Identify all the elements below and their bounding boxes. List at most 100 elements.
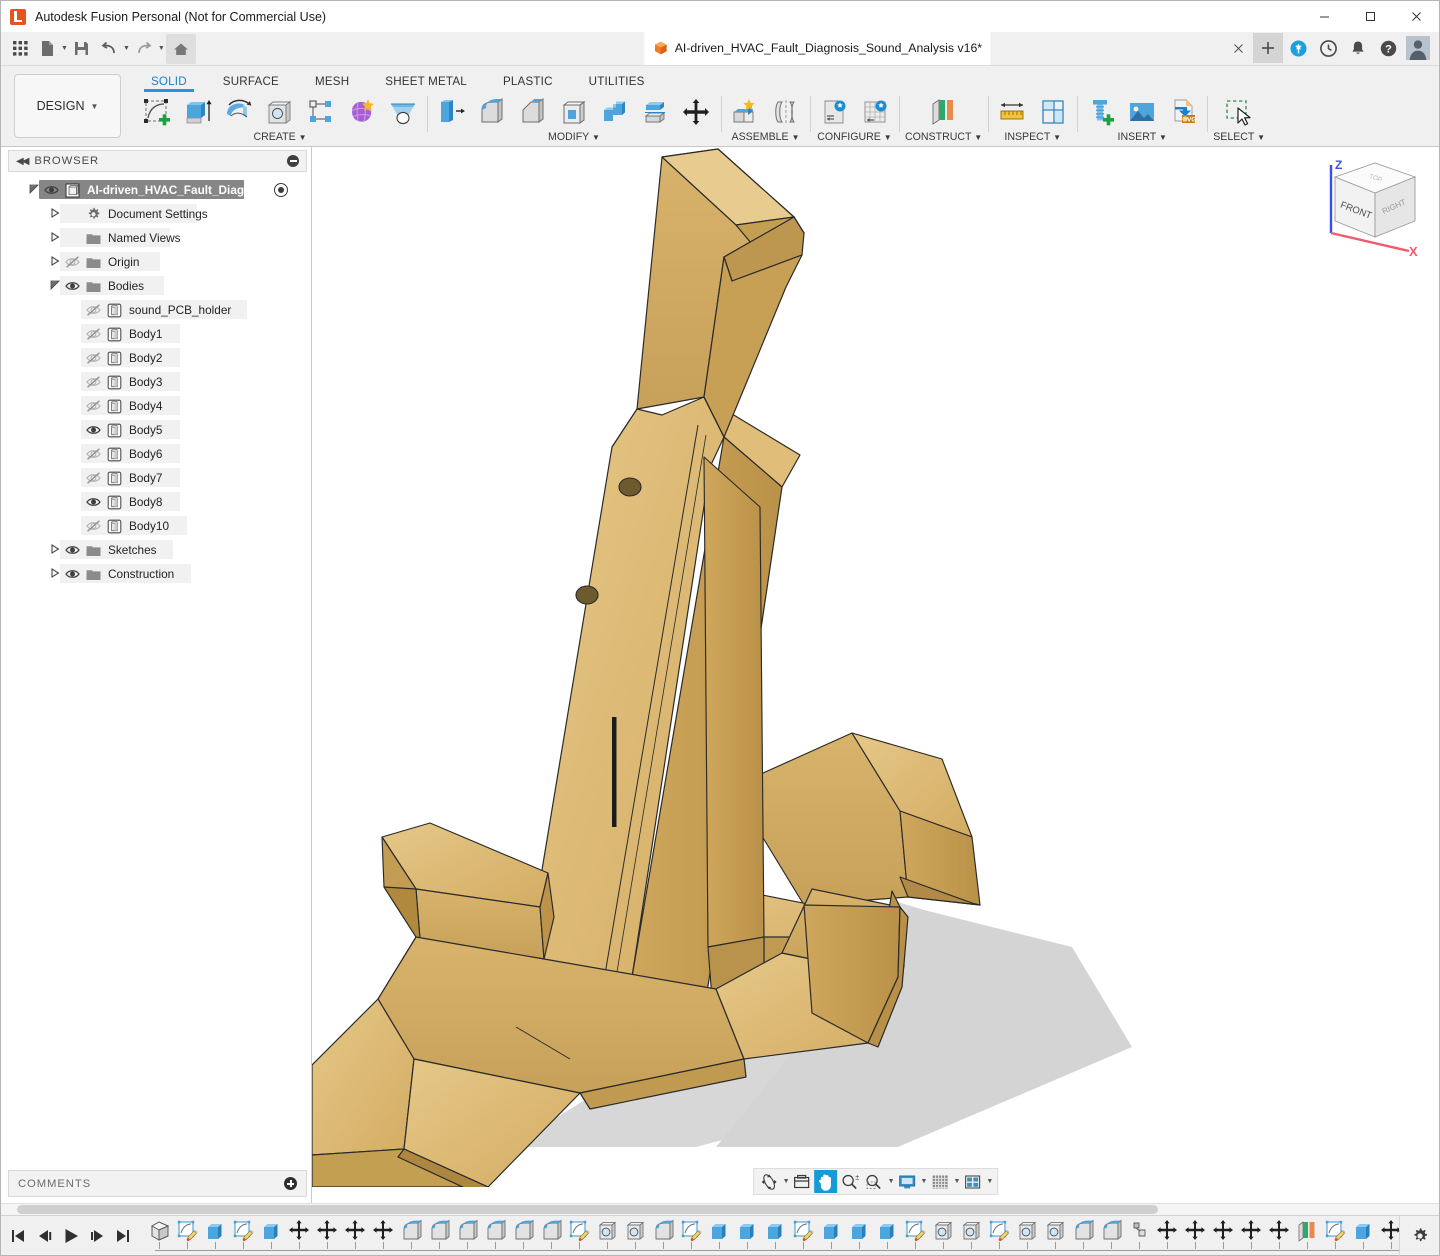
configuration-icon[interactable] bbox=[816, 94, 852, 130]
fit-window-icon[interactable] bbox=[863, 1170, 886, 1193]
timeline-feature-extrude[interactable] bbox=[257, 1219, 285, 1253]
timeline-feature-fillet[interactable] bbox=[509, 1219, 537, 1253]
ribbon-tab-utilities[interactable]: UTILITIES bbox=[571, 75, 663, 92]
timeline-feature-sketch[interactable] bbox=[1321, 1219, 1349, 1253]
timeline-feature-move[interactable] bbox=[369, 1219, 397, 1253]
timeline-feature-hole[interactable] bbox=[929, 1219, 957, 1253]
ribbon-tab-surface[interactable]: SURFACE bbox=[205, 75, 297, 92]
panel-title-insert[interactable]: INSERT ▼ bbox=[1118, 131, 1167, 143]
timeline-feature-hole[interactable] bbox=[621, 1219, 649, 1253]
pattern-icon[interactable] bbox=[303, 94, 339, 130]
new-component-icon[interactable] bbox=[727, 94, 763, 130]
timeline-feature-construct[interactable] bbox=[1293, 1219, 1321, 1253]
tree-item-body10[interactable]: Body10 bbox=[1, 514, 311, 538]
timeline-feature-move[interactable] bbox=[1377, 1219, 1399, 1253]
go-to-beginning-icon[interactable] bbox=[8, 1223, 31, 1249]
timeline-scrollbar-thumb[interactable] bbox=[17, 1205, 1158, 1214]
expand-triangle-down-icon[interactable] bbox=[48, 280, 62, 292]
zoom-icon[interactable]: ± bbox=[839, 1170, 862, 1193]
timeline-feature-extrude[interactable] bbox=[705, 1219, 733, 1253]
timeline-feature-fillet[interactable] bbox=[649, 1219, 677, 1253]
timeline-feature-sketch[interactable] bbox=[901, 1219, 929, 1253]
timeline-feature-move[interactable] bbox=[1209, 1219, 1237, 1253]
3d-viewport-canvas[interactable]: Z X FRONT RIGHT TOP bbox=[312, 147, 1439, 1203]
panel-title-assemble[interactable]: ASSEMBLE ▼ bbox=[732, 131, 800, 143]
tree-item-named-views[interactable]: Named Views bbox=[1, 226, 311, 250]
timeline-feature-extrude[interactable] bbox=[761, 1219, 789, 1253]
extrude-icon[interactable] bbox=[180, 94, 216, 130]
timeline-feature-component[interactable] bbox=[145, 1219, 173, 1253]
tree-item-body3[interactable]: Body3 bbox=[1, 370, 311, 394]
tree-item-body7[interactable]: Body7 bbox=[1, 466, 311, 490]
chevron-down-icon[interactable]: ▼ bbox=[61, 45, 68, 52]
offset-face-icon[interactable] bbox=[638, 94, 674, 130]
timeline-feature-fillet[interactable] bbox=[1069, 1219, 1097, 1253]
timeline-feature-sketch[interactable] bbox=[565, 1219, 593, 1253]
move-copy-icon[interactable] bbox=[679, 94, 715, 130]
timeline-feature-move[interactable] bbox=[1181, 1219, 1209, 1253]
panel-title-configure[interactable]: CONFIGURE ▼ bbox=[817, 131, 891, 143]
tree-item-bodies[interactable]: Bodies bbox=[1, 274, 311, 298]
timeline-feature-fillet[interactable] bbox=[397, 1219, 425, 1253]
timeline-feature-sketch[interactable] bbox=[985, 1219, 1013, 1253]
workspace-selector[interactable]: DESIGN ▼ bbox=[14, 74, 121, 138]
chevron-down-icon[interactable]: ▼ bbox=[888, 1178, 895, 1185]
activate-component-radio[interactable] bbox=[274, 183, 288, 197]
timeline-feature-extrude[interactable] bbox=[733, 1219, 761, 1253]
extension-manager-icon[interactable] bbox=[1283, 31, 1313, 65]
undo-arrow-icon[interactable] bbox=[96, 36, 122, 62]
look-at-icon[interactable] bbox=[791, 1170, 814, 1193]
save-disk-icon[interactable] bbox=[69, 36, 95, 62]
help-question-icon[interactable]: ? bbox=[1373, 31, 1403, 65]
play-icon[interactable] bbox=[60, 1223, 83, 1249]
comments-panel-header[interactable]: COMMENTS bbox=[8, 1170, 307, 1197]
visibility-eye-icon[interactable] bbox=[62, 567, 83, 581]
insert-mcmaster-icon[interactable] bbox=[1083, 94, 1119, 130]
timeline-feature-extrude[interactable] bbox=[1349, 1219, 1377, 1253]
tree-item-construction[interactable]: Construction bbox=[1, 562, 311, 586]
minimize-button[interactable] bbox=[1301, 1, 1347, 32]
visibility-eye-icon[interactable] bbox=[83, 495, 104, 509]
combine-icon[interactable] bbox=[597, 94, 633, 130]
chevron-down-icon[interactable]: ▼ bbox=[921, 1178, 928, 1185]
collapse-left-arrows-icon[interactable]: ◀◀ bbox=[16, 156, 27, 167]
home-icon[interactable] bbox=[166, 34, 196, 64]
plus-circle-icon[interactable] bbox=[284, 1177, 297, 1190]
redo-arrow-icon[interactable] bbox=[131, 36, 157, 62]
panel-title-construct[interactable]: CONSTRUCT ▼ bbox=[905, 131, 982, 143]
hole-icon[interactable] bbox=[262, 94, 298, 130]
tree-item-body5[interactable]: Body5 bbox=[1, 418, 311, 442]
pan-hand-icon[interactable] bbox=[815, 1170, 838, 1193]
chevron-down-icon[interactable]: ▼ bbox=[953, 1178, 960, 1185]
timeline-feature-move[interactable] bbox=[1265, 1219, 1293, 1253]
timeline-feature-fillet[interactable] bbox=[1097, 1219, 1125, 1253]
ribbon-tab-solid[interactable]: SOLID bbox=[133, 75, 205, 92]
recent-activity-clock-icon[interactable] bbox=[1313, 31, 1343, 65]
timeline-feature-move[interactable] bbox=[313, 1219, 341, 1253]
timeline-feature-sketch[interactable] bbox=[789, 1219, 817, 1253]
user-avatar[interactable] bbox=[1403, 31, 1433, 65]
maximize-button[interactable] bbox=[1347, 1, 1393, 32]
chevron-down-icon[interactable]: ▼ bbox=[783, 1178, 790, 1185]
select-window-icon[interactable] bbox=[1221, 94, 1257, 130]
document-tab[interactable]: AI-driven_HVAC_Fault_Diagnosis_Sound_Ana… bbox=[645, 31, 990, 65]
visibility-eye-hidden-icon[interactable] bbox=[83, 351, 104, 365]
timeline-feature-fillet[interactable] bbox=[425, 1219, 453, 1253]
visibility-eye-icon[interactable] bbox=[41, 183, 62, 197]
minus-circle-icon[interactable] bbox=[287, 155, 299, 167]
visibility-eye-hidden-icon[interactable] bbox=[83, 375, 104, 389]
go-to-end-icon[interactable] bbox=[112, 1223, 135, 1249]
timeline-track[interactable] bbox=[145, 1216, 1399, 1256]
new-file-group[interactable]: ▼ bbox=[34, 36, 68, 62]
expand-triangle-right-icon[interactable] bbox=[48, 208, 62, 220]
chevron-down-icon[interactable]: ▼ bbox=[123, 45, 130, 52]
tree-item-body1[interactable]: Body1 bbox=[1, 322, 311, 346]
visibility-eye-hidden-icon[interactable] bbox=[83, 399, 104, 413]
section-analysis-icon[interactable] bbox=[1035, 94, 1071, 130]
expand-triangle-down-icon[interactable] bbox=[27, 184, 41, 196]
tree-item-sound-pcb-holder[interactable]: sound_PCB_holder bbox=[1, 298, 311, 322]
close-button[interactable] bbox=[1393, 1, 1439, 32]
timeline-feature-sketch[interactable] bbox=[229, 1219, 257, 1253]
loft-icon[interactable] bbox=[385, 94, 421, 130]
timeline-feature-move[interactable] bbox=[1237, 1219, 1265, 1253]
